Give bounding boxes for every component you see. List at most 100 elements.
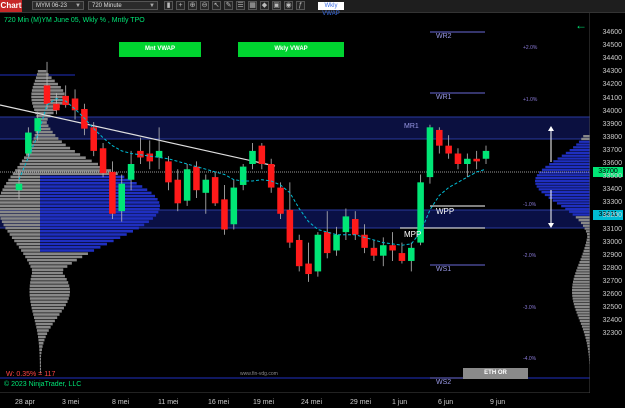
profile-bar xyxy=(21,249,40,252)
profile-bar xyxy=(0,217,40,220)
date-tick: 29 mei xyxy=(350,399,372,406)
profile-bar xyxy=(19,162,40,166)
candle-body xyxy=(15,183,23,191)
ws1-label: WS1 xyxy=(436,266,452,273)
profile-bar xyxy=(575,272,590,275)
date-tick: 16 mei xyxy=(208,399,230,406)
template-icon[interactable]: ▣ xyxy=(272,1,281,10)
profile-bar xyxy=(40,348,42,351)
profile-bar xyxy=(40,258,77,262)
crosshair-icon[interactable]: + xyxy=(176,1,185,10)
profile-bar xyxy=(40,233,127,236)
profile-bar xyxy=(0,207,40,211)
site-watermark: www.fin-vdg.com xyxy=(240,371,278,377)
profile-bar xyxy=(40,217,153,220)
profile-bar xyxy=(40,345,43,348)
properties-icon[interactable]: ☰ xyxy=(236,1,245,10)
price-tick: 33200 xyxy=(602,212,622,220)
toolbar: Chart MYM 06-23 ▼ 720 Minute ▼ ▮ + ⊕ ⊖ ↖ ✎… xyxy=(0,0,625,17)
bars-icon[interactable]: ▮ xyxy=(164,1,173,10)
candle-body xyxy=(389,245,396,251)
profile-bar xyxy=(40,326,51,329)
candle-body xyxy=(398,253,406,261)
profile-bar xyxy=(40,319,55,323)
candle-body xyxy=(34,118,41,132)
profile-bar xyxy=(30,303,40,307)
profile-bar xyxy=(572,291,590,295)
indicator-label[interactable]: Wkly VWAP xyxy=(318,2,344,17)
profile-bar xyxy=(37,70,40,73)
pct-label: -3.0% xyxy=(523,305,537,311)
profile-bar xyxy=(40,294,70,297)
interval-select[interactable]: 720 Minute ▼ xyxy=(88,1,158,10)
candle-body xyxy=(426,127,434,178)
candle-body xyxy=(239,166,247,185)
profile-bar xyxy=(535,177,590,180)
instrument-select[interactable]: MYM 06-23 ▼ xyxy=(32,1,84,10)
profile-bar xyxy=(580,322,590,325)
chevron-down-icon: ▼ xyxy=(75,3,81,9)
profile-bar xyxy=(40,191,152,195)
candle-body xyxy=(99,148,107,174)
strategy-icon[interactable]: ◆ xyxy=(260,1,269,10)
candle-body xyxy=(221,199,228,230)
candle-body xyxy=(174,179,182,204)
profile-bar xyxy=(40,156,86,159)
draw-icon[interactable]: ✎ xyxy=(224,1,233,10)
price-chart[interactable] xyxy=(0,13,590,393)
candle-body xyxy=(464,158,471,164)
candle-body xyxy=(286,209,294,243)
profile-bar xyxy=(40,284,70,287)
screenshot-icon[interactable]: ◉ xyxy=(284,1,293,10)
profile-bar xyxy=(535,179,590,183)
profile-bar xyxy=(29,284,40,287)
profile-bar xyxy=(36,73,40,76)
chart-title: 720 Min (M)YM June 05, Wkly % , Mntly TP… xyxy=(4,17,145,24)
price-tick: 32300 xyxy=(602,330,622,338)
candle-body xyxy=(258,145,266,164)
profile-bar xyxy=(569,149,590,152)
profile-bar xyxy=(27,258,40,262)
profile-bar xyxy=(40,134,56,137)
profile-bar xyxy=(0,191,40,195)
candle-body xyxy=(249,150,256,164)
profile-bar xyxy=(580,258,590,261)
profile-bar xyxy=(586,238,590,241)
weekly-vwap-button[interactable]: Wkly VWAP xyxy=(238,42,344,57)
profile-bar xyxy=(40,265,68,268)
pointer-icon[interactable]: ↖ xyxy=(212,1,221,10)
candle-body xyxy=(43,85,51,104)
profile-bar xyxy=(31,95,40,99)
profile-bar xyxy=(578,317,590,320)
profile-bar xyxy=(572,289,590,292)
price-tick: 34300 xyxy=(602,68,622,76)
profile-bar xyxy=(40,281,69,284)
data-box-icon[interactable]: ▦ xyxy=(248,1,257,10)
profile-bar xyxy=(40,287,70,291)
monthly-vwap-button[interactable]: Mnt VWAP xyxy=(119,42,201,57)
profile-bar xyxy=(34,108,40,111)
indicators-icon[interactable]: ƒ xyxy=(296,1,305,10)
zoom-out-icon[interactable]: ⊖ xyxy=(200,1,209,10)
profile-bar xyxy=(536,185,590,188)
profile-bar xyxy=(586,241,590,244)
profile-bar xyxy=(577,314,590,317)
arrow-left-icon[interactable]: ← xyxy=(575,18,587,32)
profile-bar xyxy=(40,268,64,271)
profile-bar xyxy=(40,201,160,204)
profile-bar xyxy=(40,159,92,163)
candle-body xyxy=(333,234,340,251)
volume-profile-left xyxy=(0,70,160,374)
profile-bar xyxy=(40,255,83,259)
profile-bar xyxy=(0,210,40,214)
profile-bar xyxy=(536,174,590,177)
candle-body xyxy=(25,132,32,154)
chart-tab[interactable]: Chart xyxy=(0,0,22,12)
profile-bar xyxy=(545,165,590,169)
profile-bar xyxy=(40,297,69,300)
profile-bar xyxy=(582,224,590,227)
profile-bar xyxy=(584,227,590,230)
zoom-in-icon[interactable]: ⊕ xyxy=(188,1,197,10)
profile-bar xyxy=(34,319,40,323)
profile-bar xyxy=(581,137,590,141)
